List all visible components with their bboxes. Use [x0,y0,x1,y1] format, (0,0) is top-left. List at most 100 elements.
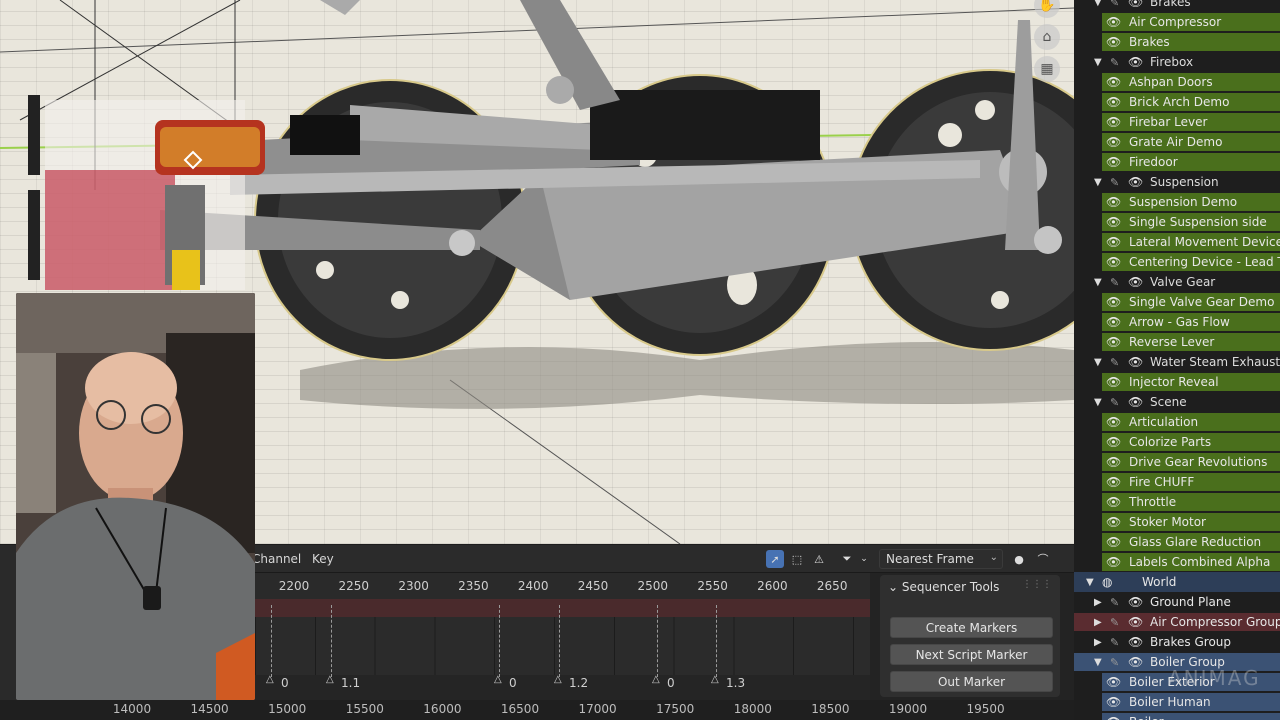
outliner-panel[interactable]: ▼ ✎ 👁 Brakes 👁 Air Compressor 👁 Brakes ▼ ✎ 👁 Firebo… [1074,0,1280,720]
pin-icon[interactable]: ✎ [1110,596,1119,609]
outliner-row[interactable]: 👁 Single Suspension side [1074,212,1280,232]
eye-icon[interactable]: 👁 [1106,495,1121,509]
sequencer-frame-scale[interactable]: 14000 14500 15000 15500 16000 16500 17000 17500… [0,700,1074,720]
outliner-row[interactable]: 👁 Lateral Movement Device [1074,232,1280,252]
pin-icon[interactable]: ✎ [1110,276,1119,289]
drag-handle-icon[interactable]: ⋮⋮⋮ [1022,579,1052,590]
outliner-row[interactable]: ▼ ✎ 👁 Suspension [1074,172,1280,192]
grid-ortho-icon[interactable]: ▦ [1034,56,1060,82]
outliner-row[interactable]: ▶ ✎ 👁 Brakes Group [1074,632,1280,652]
eye-icon[interactable]: 👁 [1106,95,1121,109]
outliner-row[interactable]: 👁 Brakes [1074,32,1280,52]
eye-icon[interactable]: 👁 [1106,75,1121,89]
expand-arrow-icon[interactable]: ▶ [1094,597,1102,608]
eye-icon[interactable]: 👁 [1128,595,1143,609]
outliner-row[interactable]: 👁 Brick Arch Demo [1074,92,1280,112]
eye-icon[interactable]: 👁 [1106,135,1121,149]
pin-icon[interactable]: ✎ [1110,636,1119,649]
eye-icon[interactable]: 👁 [1106,235,1121,249]
eye-icon[interactable]: 👁 [1128,395,1143,409]
outliner-row[interactable]: 👁 Boiler [1074,712,1280,720]
eye-icon[interactable]: 👁 [1128,655,1143,669]
eye-icon[interactable]: 👁 [1128,615,1143,629]
outliner-row[interactable]: 👁 Firebar Lever [1074,112,1280,132]
pin-icon[interactable]: ✎ [1110,616,1119,629]
camera-view-icon[interactable]: ⌂ [1034,24,1060,50]
pin-icon[interactable]: ✎ [1110,356,1119,369]
pin-icon[interactable]: ✎ [1110,56,1119,69]
eye-icon[interactable]: 👁 [1106,375,1121,389]
expand-arrow-icon[interactable]: ▼ [1094,277,1102,288]
keyframe-area[interactable] [255,617,870,675]
outliner-row[interactable]: 👁 Suspension Demo [1074,192,1280,212]
eye-icon[interactable]: 👁 [1106,675,1121,689]
menu-key[interactable]: Key [312,552,334,566]
proportional-icon[interactable]: ● [1010,550,1028,568]
outliner-row[interactable]: ▼ ◍ World [1074,572,1280,592]
outliner-row[interactable]: ▶ ✎ 👁 Air Compressor Group [1074,612,1280,632]
eye-icon[interactable]: 👁 [1106,515,1121,529]
outliner-row[interactable]: ▼ ✎ 👁 Scene [1074,392,1280,412]
outliner-row[interactable]: 👁 Grate Air Demo [1074,132,1280,152]
filter-icon[interactable]: ⏷ [838,550,856,568]
outliner-row[interactable]: ▼ ✎ 👁 Water Steam Exhaust [1074,352,1280,372]
pin-icon[interactable]: ✎ [1110,396,1119,409]
select-tool-icon[interactable]: ➚ [766,550,784,568]
outliner-row[interactable]: 👁 Reverse Lever [1074,332,1280,352]
pin-icon[interactable]: ✎ [1110,656,1119,669]
marker-row[interactable]: △ 0 △ 1.1 △ 0 △ 1.2 △ 0 △ 1.3 [255,605,870,701]
outliner-row[interactable]: 👁 Boiler Human [1074,692,1280,712]
eye-icon[interactable]: 👁 [1128,175,1143,189]
outliner-row[interactable]: 👁 Stoker Motor [1074,512,1280,532]
eye-icon[interactable]: 👁 [1106,15,1121,29]
eye-icon[interactable]: 👁 [1128,55,1143,69]
snap-mode-dropdown[interactable]: Nearest Frame ⌄ [879,549,1003,569]
eye-icon[interactable]: 👁 [1106,35,1121,49]
expand-arrow-icon[interactable]: ▼ [1086,577,1094,588]
eye-icon[interactable]: 👁 [1106,335,1121,349]
eye-icon[interactable]: 👁 [1128,635,1143,649]
falloff-icon[interactable]: ⌒ [1034,550,1052,568]
out-marker-button[interactable]: Out Marker [890,671,1053,692]
eye-icon[interactable]: 👁 [1106,535,1121,549]
eye-icon[interactable]: 👁 [1106,255,1121,269]
eye-icon[interactable]: 👁 [1106,295,1121,309]
outliner-row[interactable]: 👁 Centering Device - Lead Tr [1074,252,1280,272]
panel-title[interactable]: ⌄ Sequencer Tools [888,580,999,594]
eye-icon[interactable]: 👁 [1128,355,1143,369]
menu-channel[interactable]: Channel [252,552,301,566]
pin-icon[interactable]: ✎ [1110,0,1119,9]
eye-icon[interactable]: 👁 [1106,475,1121,489]
outliner-row[interactable]: ▼ ✎ 👁 Valve Gear [1074,272,1280,292]
expand-arrow-icon[interactable]: ▼ [1094,0,1102,8]
outliner-row[interactable]: 👁 Colorize Parts [1074,432,1280,452]
eye-icon[interactable]: 👁 [1106,715,1121,720]
outliner-row[interactable]: 👁 Ashpan Doors [1074,72,1280,92]
outliner-row[interactable]: 👁 Throttle [1074,492,1280,512]
frame-ruler[interactable]: 2200 2250 2300 2350 2400 2450 2500 2550 2600 2650 [255,573,870,599]
eye-icon[interactable]: 👁 [1106,155,1121,169]
outliner-row[interactable]: 👁 Glass Glare Reduction [1074,532,1280,552]
warning-icon[interactable]: ⚠ [810,550,828,568]
eye-icon[interactable]: 👁 [1106,455,1121,469]
eye-icon[interactable]: 👁 [1106,115,1121,129]
eye-icon[interactable]: 👁 [1106,215,1121,229]
outliner-row[interactable]: ▼ ✎ 👁 Brakes [1074,0,1280,12]
pin-icon[interactable]: ✎ [1110,176,1119,189]
outliner-row[interactable]: 👁 Articulation [1074,412,1280,432]
expand-arrow-icon[interactable]: ▼ [1094,177,1102,188]
expand-arrow-icon[interactable]: ▼ [1094,397,1102,408]
outliner-row[interactable]: ▶ ✎ 👁 Ground Plane [1074,592,1280,612]
eye-icon[interactable]: 👁 [1106,435,1121,449]
expand-arrow-icon[interactable]: ▶ [1094,617,1102,628]
chevron-down-icon[interactable]: ⌄ [855,550,873,568]
outliner-row[interactable]: 👁 Drive Gear Revolutions [1074,452,1280,472]
outliner-row[interactable]: 👁 Single Valve Gear Demo [1074,292,1280,312]
eye-icon[interactable]: 👁 [1128,275,1143,289]
expand-arrow-icon[interactable]: ▼ [1094,57,1102,68]
outliner-row[interactable]: 👁 Arrow - Gas Flow [1074,312,1280,332]
outliner-row[interactable]: 👁 Firedoor [1074,152,1280,172]
outliner-row[interactable]: 👁 Fire CHUFF [1074,472,1280,492]
expand-arrow-icon[interactable]: ▼ [1094,657,1102,668]
eye-icon[interactable]: 👁 [1106,415,1121,429]
